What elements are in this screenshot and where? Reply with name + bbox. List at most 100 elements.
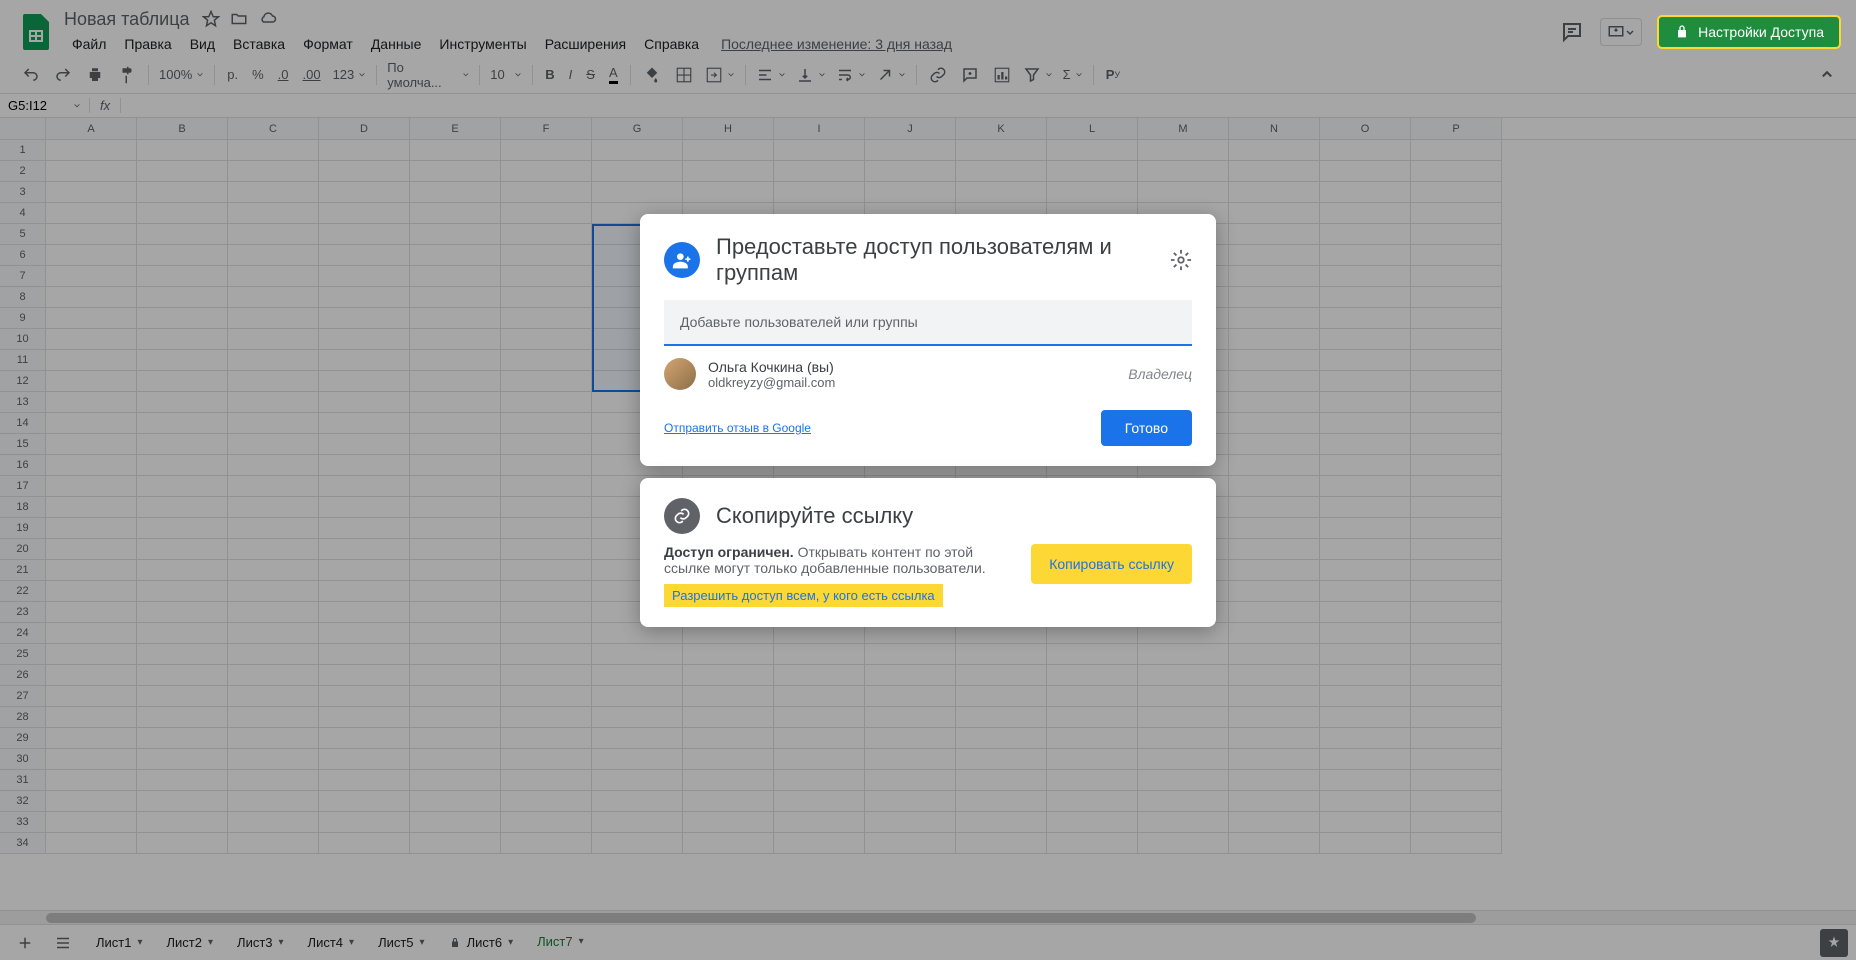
- cell[interactable]: [228, 308, 319, 329]
- cell[interactable]: [501, 308, 592, 329]
- cell[interactable]: [683, 686, 774, 707]
- cell[interactable]: [1411, 203, 1502, 224]
- cell[interactable]: [1320, 833, 1411, 854]
- allow-anyone-link[interactable]: Разрешить доступ всем, у кого есть ссылк…: [664, 584, 943, 607]
- cell[interactable]: [501, 833, 592, 854]
- row-header[interactable]: 28: [0, 707, 46, 728]
- cell[interactable]: [137, 518, 228, 539]
- menu-edit[interactable]: Правка: [116, 32, 179, 56]
- row-header[interactable]: 1: [0, 140, 46, 161]
- cell[interactable]: [137, 833, 228, 854]
- cell[interactable]: [319, 329, 410, 350]
- cell[interactable]: [1320, 161, 1411, 182]
- cell[interactable]: [501, 686, 592, 707]
- menu-extensions[interactable]: Расширения: [537, 32, 634, 56]
- cell[interactable]: [956, 770, 1047, 791]
- cell[interactable]: [1411, 518, 1502, 539]
- cell[interactable]: [865, 791, 956, 812]
- cell[interactable]: [1138, 665, 1229, 686]
- cell[interactable]: [1320, 749, 1411, 770]
- cell[interactable]: [501, 707, 592, 728]
- cell[interactable]: [1320, 434, 1411, 455]
- cell[interactable]: [228, 140, 319, 161]
- cell[interactable]: [410, 455, 501, 476]
- cell[interactable]: [1229, 728, 1320, 749]
- column-header[interactable]: D: [319, 118, 410, 139]
- cell[interactable]: [46, 434, 137, 455]
- cell[interactable]: [501, 413, 592, 434]
- cell[interactable]: [1229, 329, 1320, 350]
- cell[interactable]: [774, 812, 865, 833]
- cell[interactable]: [1411, 350, 1502, 371]
- cell[interactable]: [319, 392, 410, 413]
- cell[interactable]: [1411, 266, 1502, 287]
- paint-format-icon[interactable]: [112, 62, 142, 88]
- cell[interactable]: [1411, 245, 1502, 266]
- cell[interactable]: [774, 728, 865, 749]
- cell[interactable]: [1320, 623, 1411, 644]
- cell[interactable]: [46, 203, 137, 224]
- cell[interactable]: [1047, 749, 1138, 770]
- cell[interactable]: [228, 644, 319, 665]
- cell[interactable]: [501, 476, 592, 497]
- cell[interactable]: [1411, 602, 1502, 623]
- cell[interactable]: [1411, 833, 1502, 854]
- cell[interactable]: [228, 287, 319, 308]
- cell[interactable]: [865, 665, 956, 686]
- cell[interactable]: [774, 686, 865, 707]
- cell[interactable]: [1320, 140, 1411, 161]
- filter-dropdown[interactable]: [1019, 64, 1057, 86]
- cell[interactable]: [137, 350, 228, 371]
- cell[interactable]: [683, 728, 774, 749]
- cell[interactable]: [683, 140, 774, 161]
- cell[interactable]: [228, 812, 319, 833]
- cell[interactable]: [1320, 203, 1411, 224]
- cell[interactable]: [1411, 455, 1502, 476]
- cell[interactable]: [319, 140, 410, 161]
- cell[interactable]: [1320, 539, 1411, 560]
- cell[interactable]: [46, 602, 137, 623]
- cell[interactable]: [956, 791, 1047, 812]
- column-header[interactable]: A: [46, 118, 137, 139]
- cell[interactable]: [137, 455, 228, 476]
- cell[interactable]: [46, 812, 137, 833]
- cell[interactable]: [1229, 560, 1320, 581]
- chevron-down-icon[interactable]: ▾: [208, 937, 213, 948]
- cell[interactable]: [683, 182, 774, 203]
- cell[interactable]: [228, 539, 319, 560]
- cell[interactable]: [956, 665, 1047, 686]
- cell[interactable]: [501, 455, 592, 476]
- cell[interactable]: [410, 287, 501, 308]
- row-header[interactable]: 25: [0, 644, 46, 665]
- cell[interactable]: [592, 644, 683, 665]
- cell[interactable]: [137, 308, 228, 329]
- cell[interactable]: [46, 770, 137, 791]
- cell[interactable]: [319, 749, 410, 770]
- cell[interactable]: [1320, 497, 1411, 518]
- cell[interactable]: [319, 665, 410, 686]
- cell[interactable]: [1047, 665, 1138, 686]
- cell[interactable]: [228, 266, 319, 287]
- cell[interactable]: [46, 392, 137, 413]
- cell[interactable]: [228, 518, 319, 539]
- strike-icon[interactable]: S: [580, 63, 601, 86]
- cell[interactable]: [228, 560, 319, 581]
- cell[interactable]: [137, 707, 228, 728]
- column-header[interactable]: P: [1411, 118, 1502, 139]
- cell[interactable]: [46, 140, 137, 161]
- font-dropdown[interactable]: По умолча...: [383, 58, 473, 92]
- cell[interactable]: [592, 161, 683, 182]
- cell[interactable]: [1138, 707, 1229, 728]
- cell[interactable]: [137, 392, 228, 413]
- cell[interactable]: [46, 245, 137, 266]
- cell[interactable]: [1138, 161, 1229, 182]
- cell[interactable]: [137, 539, 228, 560]
- cell[interactable]: [319, 308, 410, 329]
- halign-dropdown[interactable]: [752, 64, 790, 86]
- doc-title[interactable]: Новая таблица: [64, 9, 190, 30]
- cell[interactable]: [319, 245, 410, 266]
- cell[interactable]: [1320, 665, 1411, 686]
- cell[interactable]: [501, 266, 592, 287]
- cell[interactable]: [46, 329, 137, 350]
- cell[interactable]: [683, 833, 774, 854]
